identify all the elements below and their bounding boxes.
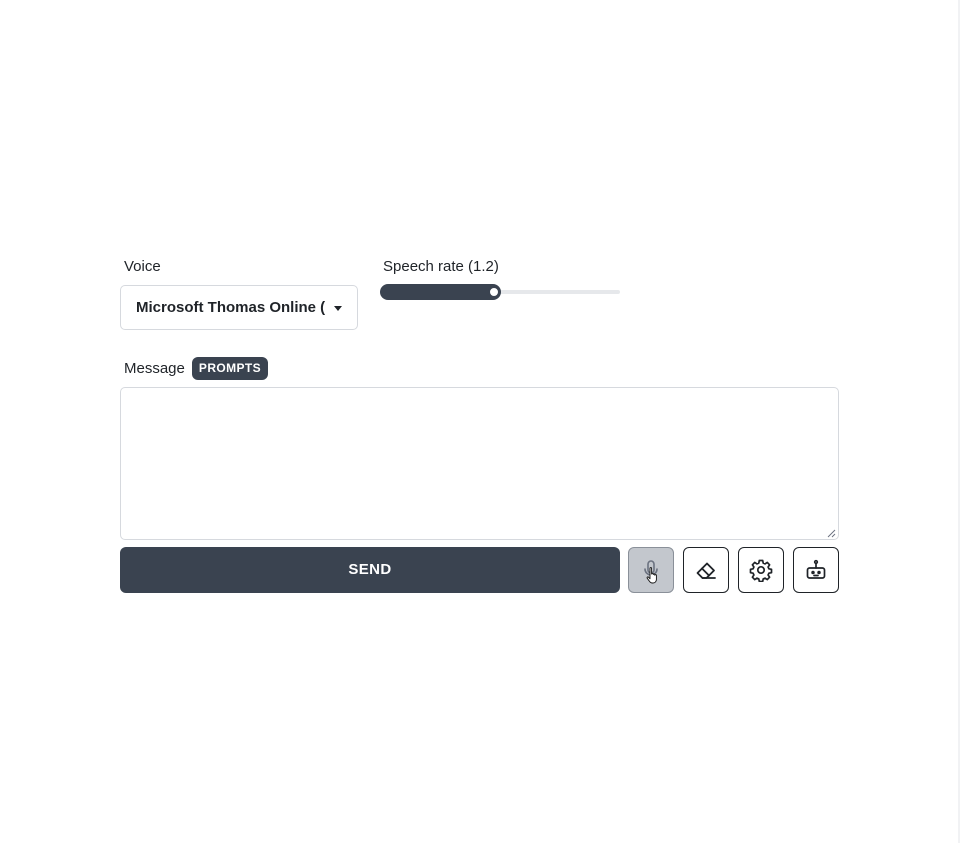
message-label: Message [124,360,185,377]
slider-fill [380,284,501,300]
voice-select[interactable]: Microsoft Thomas Online (N [120,285,358,330]
robot-icon [806,559,826,579]
settings-button[interactable] [738,547,784,593]
hand-cursor-icon [646,567,657,584]
voice-label: Voice [124,258,161,275]
voice-select-value: Microsoft Thomas Online (N [136,299,326,316]
clear-button[interactable] [683,547,729,593]
caret-down-icon [334,306,342,311]
gear-icon [749,559,773,582]
resize-grip-icon[interactable] [826,528,836,538]
tts-page: Voice Microsoft Thomas Online (N Speech … [0,0,960,843]
speech-rate-label: Speech rate (1.2) [383,258,499,275]
speech-rate-slider[interactable] [380,284,620,300]
send-button[interactable]: SEND [120,547,620,593]
eraser-icon [696,562,716,579]
slider-thumb[interactable] [488,286,500,298]
prompts-button[interactable]: PROMPTS [192,357,268,380]
message-textarea[interactable] [120,387,839,540]
bot-button[interactable] [793,547,839,593]
